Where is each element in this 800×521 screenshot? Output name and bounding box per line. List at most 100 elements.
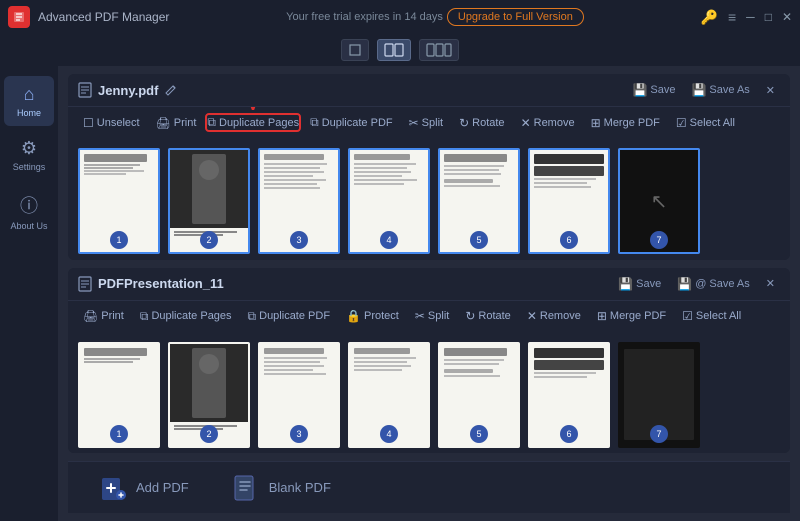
pdf1-close-button[interactable]: ✕ [761,81,780,100]
pdf1-saveas-button[interactable]: 💾 Save As [686,80,754,100]
page-image[interactable]: 4 [348,342,430,448]
saveas2-icon: 💾 [677,277,692,291]
page-number: 4 [380,425,398,443]
page-image[interactable]: 2 [168,342,250,448]
pdf2-merge-pdf-button[interactable]: ⊞ Merge PDF [590,305,673,327]
page-thumb[interactable]: 4 [348,148,430,254]
page-number: 4 [380,231,398,249]
page-image[interactable]: 5 [438,342,520,448]
page-image[interactable]: 7 [618,342,700,448]
trial-info: Your free trial expires in 14 days Upgra… [286,8,584,26]
page-number: 7 [650,231,668,249]
remove-button[interactable]: ✕ Remove [514,112,582,134]
pdf2-print-button[interactable]: 🖨 Print [76,305,131,327]
page-image[interactable]: 1 [78,148,160,254]
page-number: 7 [650,425,668,443]
page-image[interactable]: 6 [528,342,610,448]
duplicate-pdf-button[interactable]: ⧉ Duplicate PDF [303,111,400,134]
page-number: 2 [200,231,218,249]
page-thumb[interactable]: 4 [348,342,430,448]
page-number: 5 [470,231,488,249]
select-all-button[interactable]: ☑ Select All [669,112,742,134]
page-thumb[interactable]: 6 [528,148,610,254]
minimize-button[interactable]: ─ [746,10,755,24]
pdf1-save-button[interactable]: 💾 Save [627,80,680,100]
page-image[interactable]: 6 [528,148,610,254]
page-thumb[interactable]: 2 [168,342,250,448]
page-image[interactable]: ↖ 7 [618,148,700,254]
pdf2-toolbar: 🖨 Print ⧉ Duplicate Pages ⧉ Duplicate PD… [68,300,790,332]
page-thumb[interactable]: ↖ 7 [618,148,700,254]
page-thumb[interactable]: 1 [78,148,160,254]
pdf2-save-button[interactable]: 💾 Save [613,274,666,294]
page-image[interactable]: 4 [348,148,430,254]
key-icon[interactable]: 🔑 [701,9,718,26]
print-button[interactable]: 🖨 Print [149,112,204,134]
pdf1-pages-grid: 1 2 [68,138,790,260]
window-controls: 🔑 ≡ ─ □ ✕ [701,9,792,26]
unselect-button[interactable]: ☐ Unselect [76,112,147,134]
rotate-button[interactable]: ↻ Rotate [452,112,511,134]
page-number: 1 [110,231,128,249]
sidebar-item-settings[interactable]: ⚙ Settings [4,130,54,180]
page-thumb[interactable]: 6 [528,342,610,448]
app-title: Advanced PDF Manager [38,10,169,24]
pdf1-header: Jenny.pdf 💾 Save 💾 Save As ✕ [68,74,790,106]
add-pdf-icon [100,474,128,502]
page-thumb[interactable]: 2 [168,148,250,254]
pdf1-toolbar: ☐ Unselect 🖨 Print [68,106,790,138]
app-icon [8,6,30,28]
pdf2-actions: 💾 Save 💾 @ Save As ✕ [613,274,780,294]
title-bar: Advanced PDF Manager Your free trial exp… [0,0,800,34]
save2-icon: 💾 [618,277,633,291]
pdf2-protect-button[interactable]: 🔒 Protect [339,305,406,327]
pdf1-actions: 💾 Save 💾 Save As ✕ [627,80,780,100]
menu-icon[interactable]: ≡ [728,9,736,25]
pdf1-filename: Jenny.pdf [98,83,158,98]
blank-pdf-button[interactable]: Blank PDF [217,466,347,510]
upgrade-button[interactable]: Upgrade to Full Version [447,8,584,26]
sidebar: ⌂ Home ⚙ Settings ⓘ About Us [0,66,58,521]
page-number: 6 [560,425,578,443]
pdf2-filename: PDFPresentation_11 [98,276,224,291]
pdf2-split-button[interactable]: ✂ Split [408,305,456,327]
pdf2-file-icon [78,276,92,292]
pdf2-rotate-button[interactable]: ↻ Rotate [458,305,517,327]
pdf2-section: PDFPresentation_11 💾 Save 💾 @ Save As ✕ [68,268,790,454]
save-icon: 💾 [632,83,647,97]
page-thumb[interactable]: 7 [618,342,700,448]
page-thumb[interactable]: 5 [438,148,520,254]
pdf-file-icon [78,82,92,98]
page-thumb[interactable]: 3 [258,342,340,448]
page-image[interactable]: 2 [168,148,250,254]
duplicate-pages-wrapper: ⧉ Duplicate Pages [205,113,301,132]
pdf2-duplicate-pages-button[interactable]: ⧉ Duplicate Pages [133,305,239,328]
pdf2-close-button[interactable]: ✕ [761,274,780,293]
saveas-icon: 💾 [691,83,706,97]
merge-pdf-button[interactable]: ⊞ Merge PDF [584,112,667,134]
pdf1-edit-icon[interactable] [164,83,178,97]
maximize-button[interactable]: □ [765,10,772,24]
close-button[interactable]: ✕ [782,10,792,24]
pdf2-select-all-button[interactable]: ☑ Select All [675,305,748,327]
page-image[interactable]: 1 [78,342,160,448]
pdf2-duplicate-pdf-button[interactable]: ⧉ Duplicate PDF [241,305,338,328]
red-arrow [238,106,268,110]
split-button[interactable]: ✂ Split [402,112,450,134]
sidebar-item-home[interactable]: ⌂ Home [4,76,54,126]
page-image[interactable]: 3 [258,342,340,448]
sidebar-item-about[interactable]: ⓘ About Us [4,184,54,239]
page-thumb[interactable]: 1 [78,342,160,448]
duplicate-pages-button[interactable]: ⧉ Duplicate Pages [205,113,301,132]
page-thumb[interactable]: 5 [438,342,520,448]
pdf2-saveas-button[interactable]: 💾 @ Save As [672,274,755,294]
view-grid[interactable] [377,39,411,61]
page-image[interactable]: 3 [258,148,340,254]
view-single[interactable] [341,39,369,61]
page-thumb[interactable]: 3 [258,148,340,254]
add-pdf-button[interactable]: Add PDF [84,466,205,510]
view-list[interactable] [419,39,459,61]
pdf2-remove-button[interactable]: ✕ Remove [520,305,588,327]
page-image[interactable]: 5 [438,148,520,254]
page-number: 5 [470,425,488,443]
